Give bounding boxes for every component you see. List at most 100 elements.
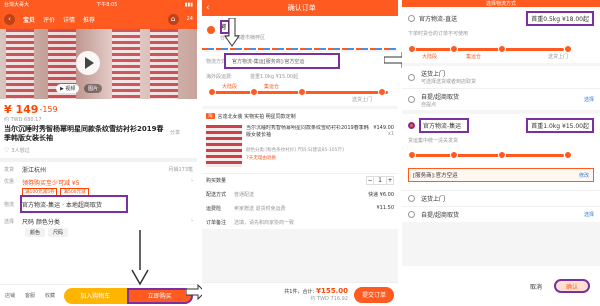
product-image-carousel[interactable]: ▶ 视频 图片 (0, 29, 197, 99)
pickup-note: 自提点 (421, 101, 437, 108)
confirm-button[interactable]: 确认 (553, 279, 590, 293)
qty-plus-button[interactable]: + (386, 176, 394, 185)
pickup2-option-row[interactable]: 自提/超商取货 选择 (402, 206, 600, 222)
favorite-icon[interactable]: 收藏 (40, 292, 60, 299)
option-chip[interactable]: 颜色 (25, 228, 46, 237)
total-twd: 约 TWD 716.92 (310, 296, 348, 302)
route-diagram: 大陆段 集运仓 送货上门 (202, 82, 398, 106)
coupon-text[interactable]: 领券购买至少可减 ¥5 (22, 178, 191, 187)
sheet-header: 选择物流方式 (402, 0, 600, 7)
option-chip[interactable]: 尺码 (48, 228, 69, 237)
route-dot (498, 151, 506, 159)
option1-card[interactable]: 官方物流-直送 首重0.5kg ¥18.00起 下单时货仓的订单不可使用 大陆段… (402, 7, 600, 63)
ship-row[interactable]: 配送方式 普通配送 快递 ¥6.00 (202, 187, 398, 201)
option2-route (408, 146, 594, 168)
video-toggle[interactable]: ▶ 视频 (56, 84, 80, 93)
product-photo (112, 29, 140, 99)
route-dot (378, 88, 386, 96)
item-thumbnail (206, 125, 242, 167)
qty-label: 购买数量 (206, 178, 227, 184)
insurance-row[interactable]: 运费险 卖家赠送 退货时免运费 ¥11.50 (202, 201, 398, 215)
memo-label: 订单备注 (206, 219, 227, 226)
order-title: 确认订单 (287, 4, 316, 12)
item-qty: x1 (387, 131, 394, 137)
qty-minus-button[interactable]: − (366, 176, 374, 185)
route-dot (408, 151, 416, 159)
delivery2-option-row[interactable]: 送货上门 (402, 190, 600, 206)
cart-count: 24 (186, 16, 193, 22)
buyers-count: 3人想过 (11, 148, 30, 154)
route-label-left: 大陆段 (222, 84, 238, 90)
cancel-button[interactable]: 取消 (530, 282, 542, 291)
route-dot (408, 45, 416, 53)
route-label-right: 送货上门 (352, 97, 373, 103)
route-dot (208, 88, 216, 96)
add-to-cart-button[interactable]: 加入购物车 (64, 287, 127, 304)
product-page-panel: 台灣大哥大 下午8:05 ▮▮▮ ‹ 宝贝 评价 详情 推荐 ⌂ 24 ▶ 视频… (0, 0, 197, 306)
back-icon[interactable]: ‹ (4, 13, 15, 25)
option2-card[interactable]: 官方物流-集运 首重1.0kg ¥15.00起 货运集中统一清关发货 [服务商]… (402, 114, 600, 190)
option2-note: 货运集中统一清关发货 (408, 138, 459, 144)
sheet-bottom-bar: 取消 确认 (402, 266, 600, 306)
pickup2-radio[interactable] (408, 211, 415, 218)
address-detail: 台湾省高雄市楠梓区 (220, 35, 266, 41)
order-bottom-bar: 共1件，合计: ¥155.00 约 TWD 716.92 提交订单 (202, 282, 398, 306)
pickup2-label: 自提/超商取货 (421, 212, 460, 219)
option1-radio[interactable] (408, 15, 415, 22)
delivery-option-row[interactable]: 送货上门 可选择送货或者到店取货 (402, 66, 600, 88)
logistics-row[interactable]: 物流方式 官方物流-集运[服务商]:官方空运 (202, 52, 398, 70)
wishlist-icon: ♡ (4, 147, 10, 154)
twd-price: 约 TWD 680.17 (4, 117, 42, 123)
delivery2-radio[interactable] (408, 195, 415, 202)
seller-row[interactable]: 淘 言達北女装 实物实拍 明星同款定制 (202, 109, 398, 123)
memo-input[interactable]: 选填，请先和商家协商一致 (234, 219, 294, 226)
option1-route: 大陆段 集运仓 送货上门 (408, 39, 594, 63)
qty-value[interactable]: 1 (374, 176, 386, 185)
tab-xiangqing[interactable]: 详情 (63, 15, 75, 24)
product-photo (6, 29, 34, 99)
order-item[interactable]: 当尔沉睡时秀智杨幂明星同款条纹雪纺衬衫2019春季韩版女装长袖 颜色分类:[粉色… (202, 123, 398, 173)
insurance-price: ¥11.50 (376, 205, 395, 211)
sheet-title: 选择物流方式 (485, 1, 516, 7)
order-header: ‹ 确认订单 (202, 0, 398, 16)
tab-baobei[interactable]: 宝贝 (23, 15, 35, 24)
option2-radio[interactable] (408, 122, 415, 129)
route-line (410, 48, 564, 51)
pickup-option-row[interactable]: 自提/超商取货 自提点 选择 (402, 88, 600, 110)
route-dot (564, 45, 572, 53)
item-variant: 颜色分类:[粉色条纹衬衫] 尺码:S[建议85-105斤] (246, 148, 344, 153)
share-button[interactable]: 分享 (170, 129, 180, 136)
route-dot (450, 151, 458, 159)
item-title: 当尔沉睡时秀智杨幂明星同款条纹雪纺衬衫2019春季韩版女装长袖 (246, 125, 369, 138)
submit-order-button[interactable]: 提交订单 (353, 286, 394, 303)
cart-icon[interactable]: ⌂ (167, 13, 179, 25)
select-value[interactable]: 尺码 颜色分类 (22, 217, 191, 226)
tab-tuijian[interactable]: 推荐 (83, 15, 95, 24)
route-dot (498, 45, 506, 53)
shop-icon[interactable]: 店铺 (0, 292, 20, 299)
address-border (202, 48, 398, 50)
pickup2-select-link[interactable]: 选择 (584, 211, 594, 218)
option2-name: 官方物流-集运 (419, 118, 469, 133)
route-label-mid: 集运仓 (264, 84, 280, 90)
image-toggle[interactable]: 图片 (84, 84, 103, 93)
service-provider-row[interactable]: [服务商]:官方空运 修改 (408, 168, 594, 182)
play-video-icon[interactable] (76, 51, 100, 75)
memo-row[interactable]: 订单备注 选填，请先和商家协商一致 (202, 215, 398, 229)
route-line (410, 154, 564, 157)
service-edit-link[interactable]: 修改 (579, 172, 589, 179)
delivery-note: 可选择送货或者到店取货 (421, 79, 477, 85)
select-label: 选择 (4, 218, 15, 225)
route-dot (450, 45, 458, 53)
pickup-select-link[interactable]: 选择 (584, 96, 594, 103)
pickup-radio[interactable] (408, 96, 415, 103)
service-icon[interactable]: 客服 (20, 292, 40, 299)
ship-label: 配送方式 (206, 191, 227, 198)
status-bar: 台灣大哥大 下午8:05 ▮▮▮ (0, 0, 197, 9)
tab-pingjia[interactable]: 评价 (43, 15, 55, 24)
option1-price: 首重0.5kg ¥18.00起 (526, 11, 594, 26)
route-dot (564, 151, 572, 159)
insurance-label: 运费险 (206, 205, 222, 212)
delivery-radio[interactable] (408, 73, 415, 81)
monthly-sales: 月销173笔 (168, 166, 193, 173)
